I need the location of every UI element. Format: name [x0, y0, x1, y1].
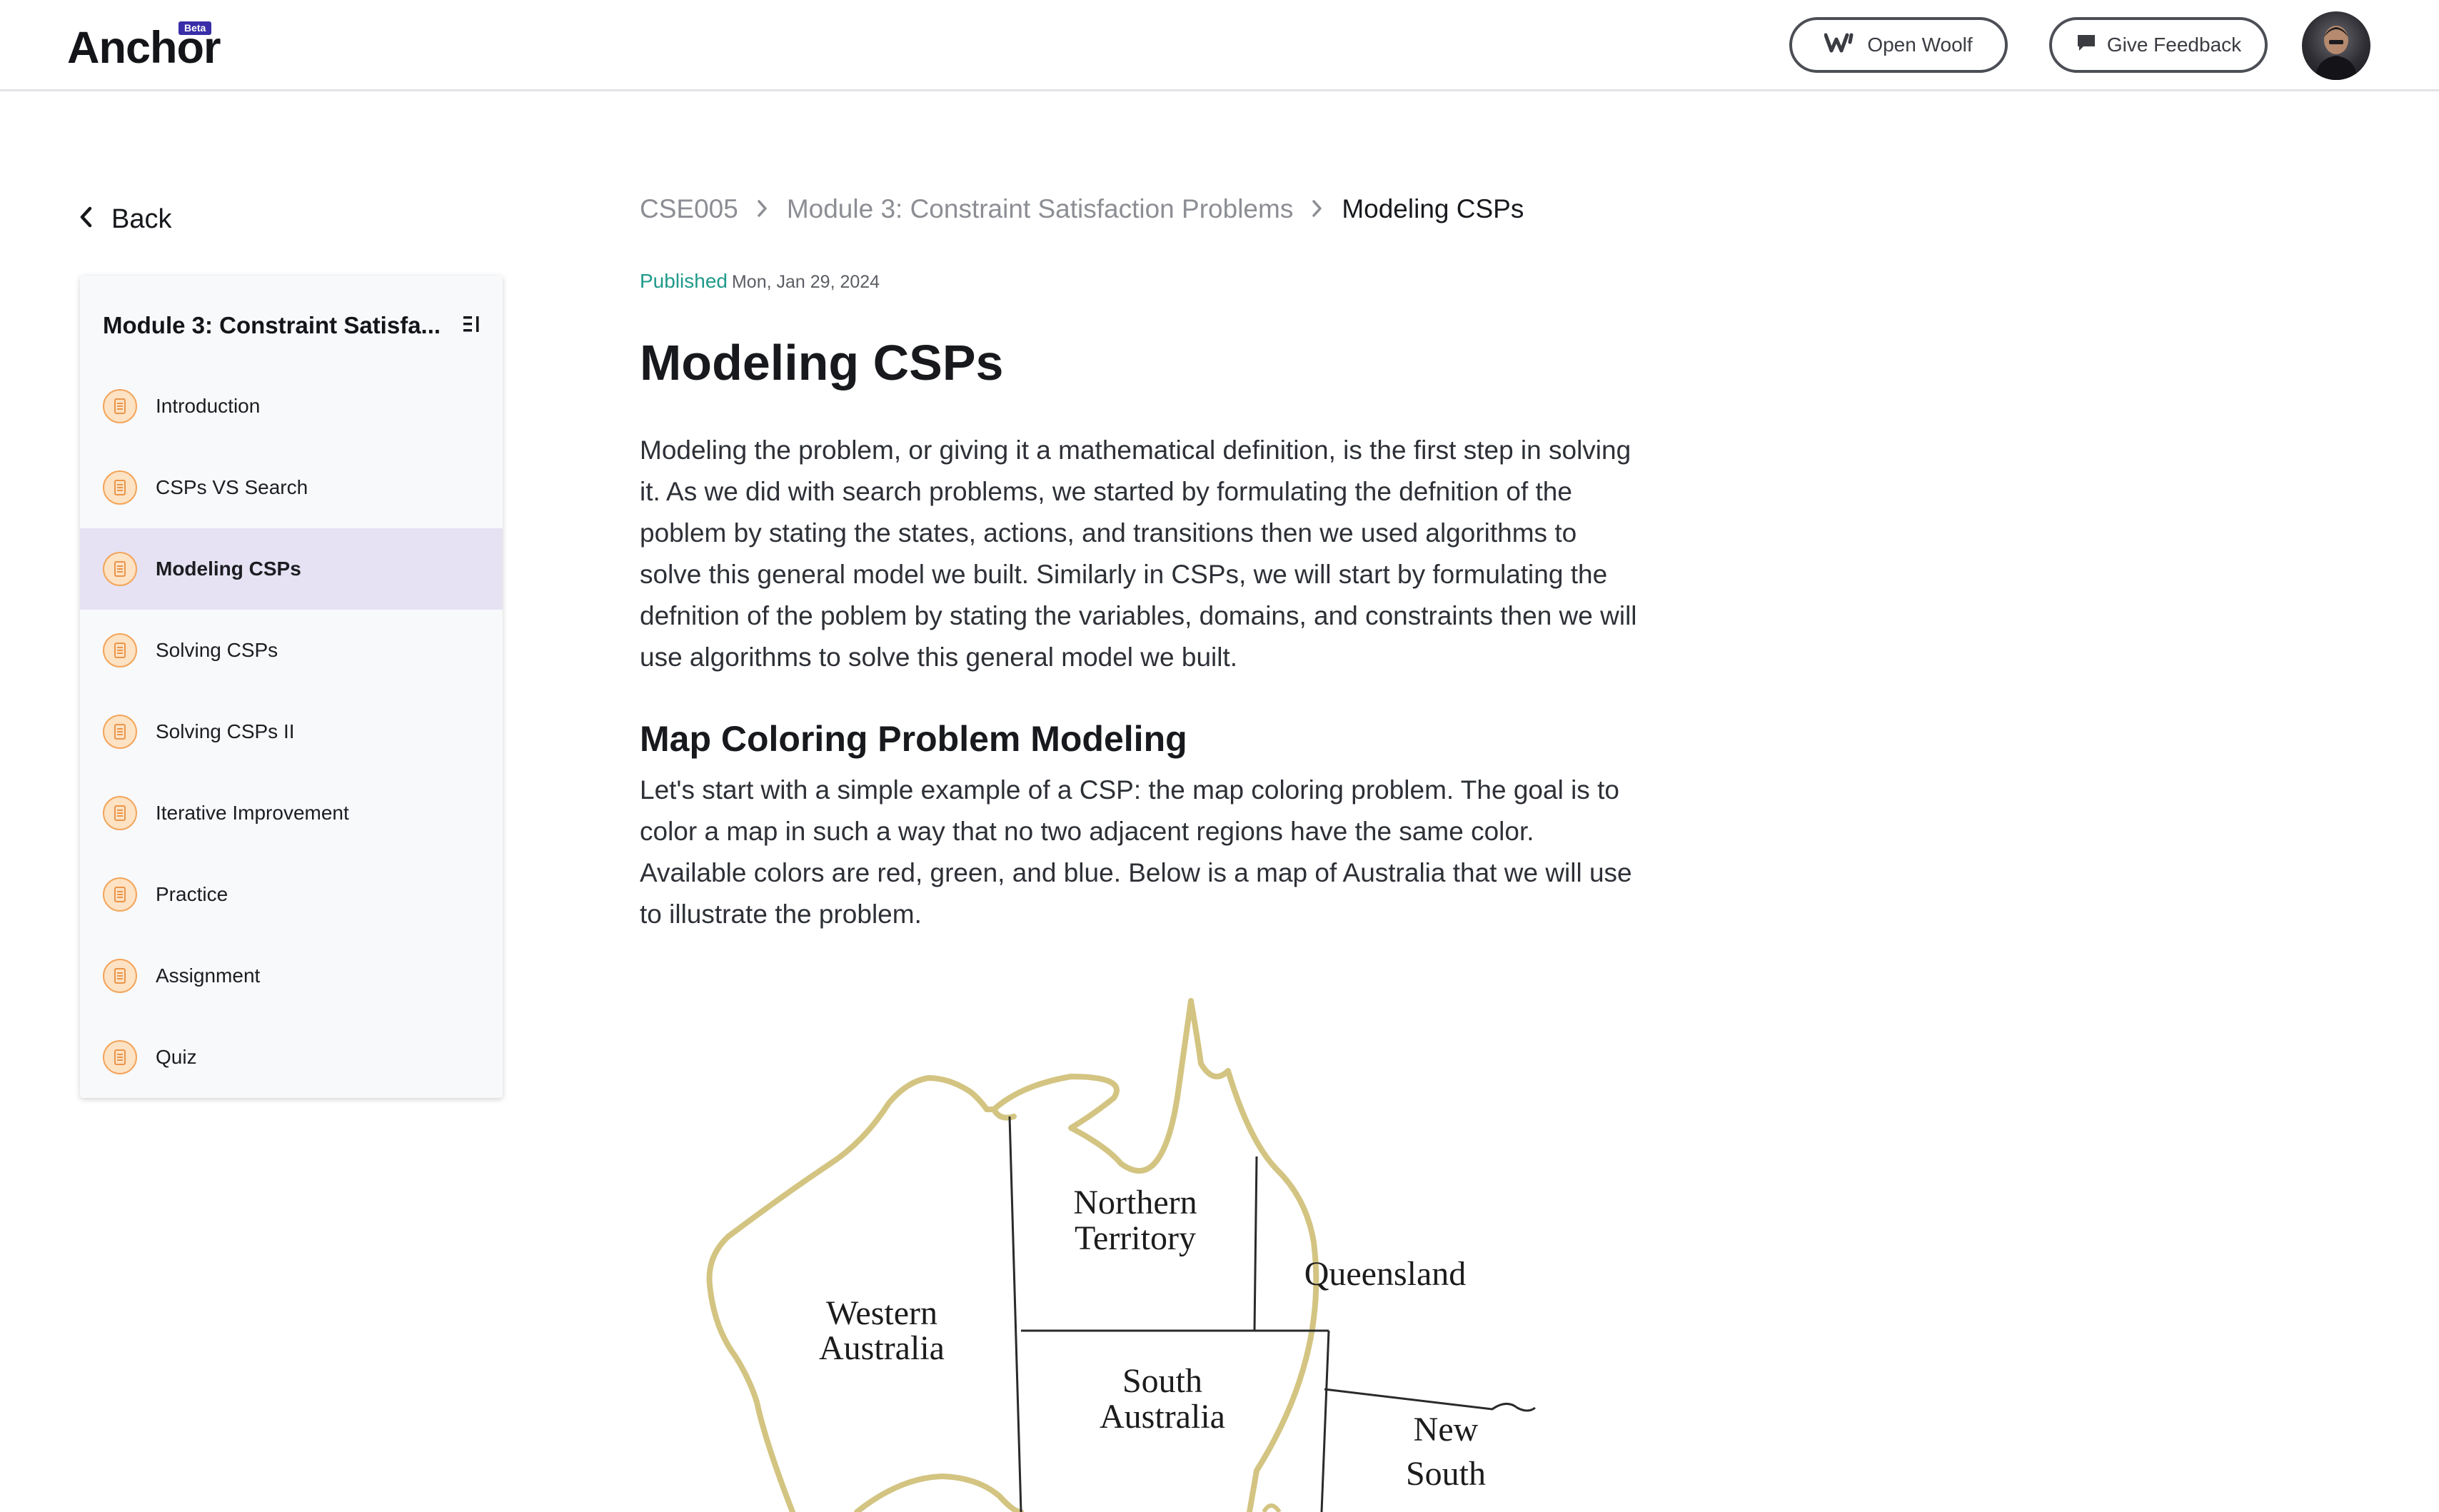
open-woolf-button[interactable]: Open Woolf [1789, 17, 2008, 73]
region-label-new-south-wales: South [1406, 1455, 1486, 1493]
intro-paragraph: Modeling the problem, or giving it a mat… [640, 435, 1637, 672]
sidebar-item-practice[interactable]: Practice [80, 854, 503, 935]
give-feedback-button[interactable]: Give Feedback [2049, 17, 2268, 73]
sidebar-item-solving-csps-ii[interactable]: Solving CSPs II [80, 691, 503, 772]
breadcrumb-course[interactable]: CSE005 [640, 194, 738, 224]
section-heading: Map Coloring Problem Modeling [640, 719, 1187, 759]
module-sidebar: Module 3: Constraint Satisfa... Introduc… [80, 276, 503, 1098]
sidebar-item-quiz[interactable]: Quiz [80, 1017, 503, 1098]
open-woolf-label: Open Woolf [1867, 34, 1973, 56]
user-avatar[interactable] [2302, 11, 2370, 80]
sidebar-item-introduction[interactable]: Introduction [80, 366, 503, 447]
document-icon [103, 389, 137, 423]
sidebar-item-label: Quiz [156, 1046, 197, 1068]
breadcrumb-module[interactable]: Module 3: Constraint Satisfaction Proble… [787, 194, 1294, 224]
region-label-northern-territory: Territory [1075, 1219, 1196, 1257]
sidebar-item-label: Practice [156, 883, 228, 905]
sidebar-item-label: Assignment [156, 964, 261, 987]
region-label-new-south-wales: New [1414, 1411, 1479, 1448]
publish-status: Published [640, 270, 728, 292]
sidebar-item-assignment[interactable]: Assignment [80, 935, 503, 1017]
module-title: Module 3: Constraint Satisfa... [103, 312, 441, 338]
sidebar-item-modeling-csps[interactable]: Modeling CSPs [80, 528, 503, 610]
give-feedback-label: Give Feedback [2106, 34, 2242, 56]
australia-map-image: Northern Territory Queensland Western Au… [685, 985, 1606, 1512]
region-label-western-australia: Australia [819, 1329, 945, 1367]
woolf-icon [1824, 32, 1857, 59]
sidebar-item-label: Solving CSPs II [156, 720, 295, 742]
region-label-queensland: Queensland [1304, 1255, 1467, 1293]
sidebar-item-label: Modeling CSPs [156, 558, 301, 580]
breadcrumb: CSE005 Module 3: Constraint Satisfaction… [640, 194, 1524, 224]
document-icon [103, 796, 137, 830]
module-header: Module 3: Constraint Satisfa... [103, 304, 481, 347]
region-label-south-australia: South [1122, 1362, 1202, 1400]
publish-date: Mon, Jan 29, 2024 [731, 272, 880, 292]
document-icon [103, 470, 137, 505]
chevron-right-icon [1312, 194, 1323, 224]
document-icon [103, 1040, 137, 1074]
breadcrumb-current: Modeling CSPs [1342, 194, 1524, 223]
region-label-northern-territory: Northern [1073, 1184, 1197, 1221]
document-icon [103, 877, 137, 912]
document-icon [103, 633, 137, 667]
beta-badge: Beta [178, 21, 212, 35]
sidebar-item-label: Introduction [156, 395, 261, 417]
sidebar-item-label: CSPs VS Search [156, 476, 308, 498]
back-link[interactable]: Back [79, 204, 171, 235]
chat-bubble-icon [2076, 33, 2097, 58]
sidebar-item-csps-vs-search[interactable]: CSPs VS Search [80, 447, 503, 528]
chevron-right-icon [757, 194, 768, 224]
collapse-menu-icon[interactable] [463, 314, 481, 338]
sidebar-item-label: Iterative Improvement [156, 802, 349, 824]
document-icon [103, 959, 137, 993]
section-paragraph: Let's start with a simple example of a C… [640, 775, 1632, 929]
region-label-western-australia: Western [826, 1294, 937, 1332]
chevron-left-icon [79, 204, 93, 235]
back-label: Back [111, 204, 172, 234]
document-icon [103, 715, 137, 749]
region-label-south-australia: Australia [1100, 1398, 1225, 1436]
publish-info: Published Mon, Jan 29, 2024 [640, 270, 880, 293]
sidebar-item-iterative-improvement[interactable]: Iterative Improvement [80, 772, 503, 854]
sidebar-item-label: Solving CSPs [156, 639, 278, 661]
sidebar-item-solving-csps[interactable]: Solving CSPs [80, 610, 503, 691]
page-title: Modeling CSPs [640, 335, 1004, 390]
document-icon [103, 552, 137, 586]
top-navbar: Anchor Beta Open Woolf Give Feedback [0, 0, 2439, 91]
